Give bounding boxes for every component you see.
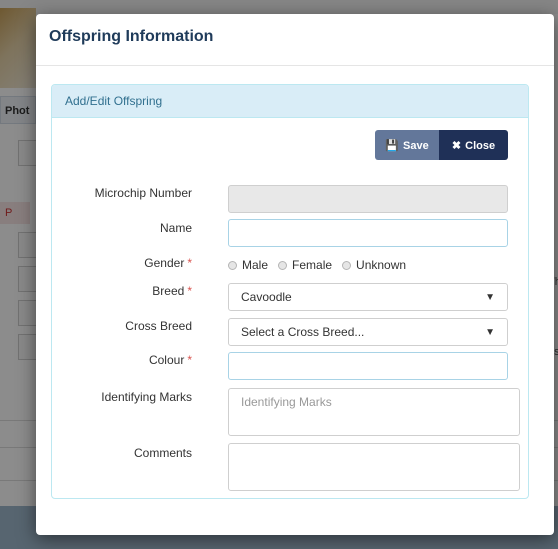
comments-label: Comments bbox=[52, 446, 192, 460]
colour-input[interactable] bbox=[228, 352, 508, 380]
caret-down-icon: ▼ bbox=[485, 326, 495, 338]
save-label: Save bbox=[403, 139, 429, 152]
required-asterisk: * bbox=[187, 284, 192, 298]
modal-title: Offspring Information bbox=[49, 28, 214, 45]
radio-icon[interactable] bbox=[342, 260, 352, 270]
comments-label-text: Comments bbox=[133, 446, 192, 460]
cross-breed-label-text: Cross Breed bbox=[125, 319, 192, 333]
cross-breed-selected-value: Select a Cross Breed... bbox=[241, 325, 365, 339]
microchip-label: Microchip Number bbox=[52, 186, 192, 200]
caret-down-icon: ▼ bbox=[485, 291, 495, 303]
microchip-input bbox=[228, 185, 508, 213]
name-input[interactable] bbox=[228, 219, 508, 247]
identifying-marks-label-text: Identifying Marks bbox=[101, 390, 192, 404]
gender-label: Gender * bbox=[52, 256, 192, 270]
add-edit-offspring-panel: Add/Edit Offspring 💾 Save ✖ Close Microchi… bbox=[51, 84, 529, 499]
colour-label-text: Colour bbox=[148, 353, 185, 367]
close-label: Close bbox=[465, 139, 496, 152]
gender-option-female[interactable]: Female bbox=[278, 258, 332, 272]
gender-option-label: Unknown bbox=[356, 258, 407, 272]
identifying-marks-textarea[interactable] bbox=[228, 388, 520, 436]
gender-option-label: Male bbox=[242, 258, 269, 272]
gender-option-unknown[interactable]: Unknown bbox=[342, 258, 406, 272]
identifying-marks-label: Identifying Marks bbox=[52, 390, 192, 404]
panel-heading: Add/Edit Offspring bbox=[52, 85, 528, 118]
cross-breed-select[interactable]: Select a Cross Breed... ▼ bbox=[228, 318, 508, 346]
gender-option-male[interactable]: Male bbox=[228, 258, 268, 272]
breed-selected-value: Cavoodle bbox=[241, 290, 292, 304]
floppy-disk-icon: 💾 bbox=[385, 139, 399, 152]
required-asterisk: * bbox=[187, 256, 192, 270]
modal-header: Offspring Information bbox=[36, 14, 554, 66]
microchip-label-text: Microchip Number bbox=[94, 186, 192, 200]
cross-breed-label: Cross Breed bbox=[52, 319, 192, 333]
gender-radio-group: Male Female Unknown bbox=[228, 258, 416, 272]
comments-textarea[interactable] bbox=[228, 443, 520, 491]
offspring-modal: Offspring Information Add/Edit Offspring… bbox=[36, 14, 554, 535]
close-button[interactable]: ✖ Close bbox=[439, 130, 508, 160]
breed-label-text: Breed bbox=[152, 284, 185, 298]
x-icon: ✖ bbox=[451, 139, 462, 152]
breed-label: Breed * bbox=[52, 284, 192, 298]
required-asterisk: * bbox=[187, 353, 192, 367]
gender-label-text: Gender bbox=[144, 256, 185, 270]
name-label: Name bbox=[52, 221, 192, 235]
colour-label: Colour * bbox=[52, 353, 192, 367]
radio-icon[interactable] bbox=[228, 260, 237, 270]
gender-option-label: Female bbox=[292, 258, 333, 272]
save-button[interactable]: 💾 Save bbox=[375, 130, 439, 160]
name-label-text: Name bbox=[159, 221, 192, 235]
breed-select[interactable]: Cavoodle ▼ bbox=[228, 283, 508, 311]
radio-icon[interactable] bbox=[278, 260, 288, 270]
